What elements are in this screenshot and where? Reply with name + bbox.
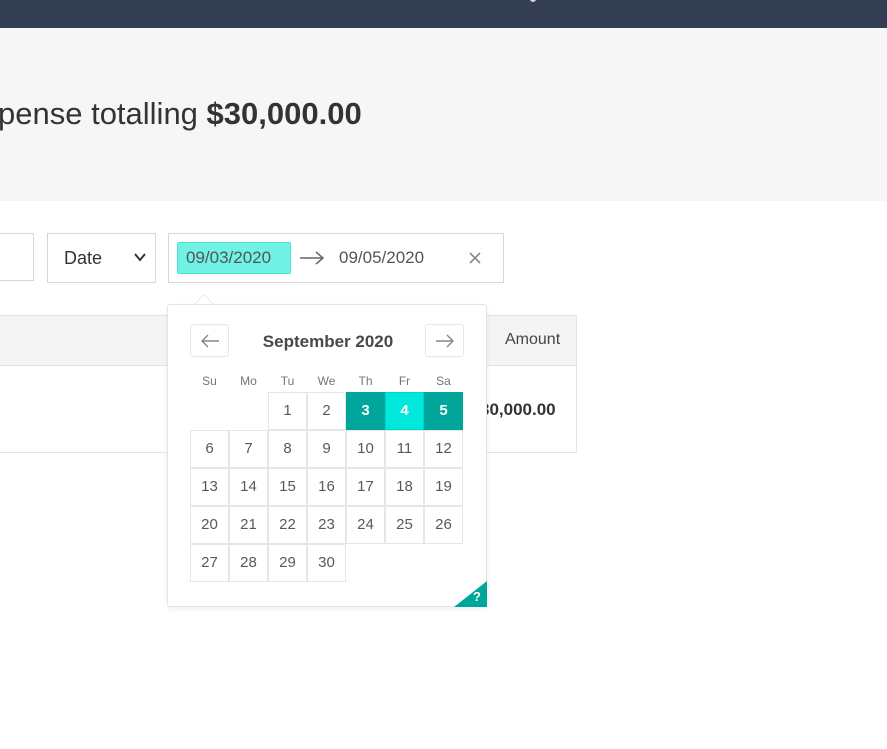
amount-cell: 30,000.00 xyxy=(480,400,556,419)
calendar-day[interactable]: 21 xyxy=(229,506,268,544)
weekday-label: Th xyxy=(358,374,373,388)
top-navbar xyxy=(0,0,887,28)
calendar-day[interactable]: 14 xyxy=(229,468,268,506)
calendar-day[interactable]: 10 xyxy=(346,430,385,468)
date-range-input[interactable]: 09/03/2020 09/05/2020 xyxy=(168,233,504,283)
calendar-day[interactable]: 18 xyxy=(385,468,424,506)
weekday-label: Fr xyxy=(398,374,411,388)
arrow-right-icon xyxy=(300,251,325,265)
calendar-day[interactable]: 20 xyxy=(190,506,229,544)
calendar-day[interactable]: 27 xyxy=(190,544,229,582)
summary-panel: pense totalling $30,000.00 xyxy=(0,28,887,201)
sort-select[interactable]: Date xyxy=(47,233,156,283)
calendar-day[interactable]: 19 xyxy=(424,468,463,506)
close-icon[interactable] xyxy=(468,251,482,265)
calendar-day[interactable]: 11 xyxy=(385,430,424,468)
calendar-day[interactable]: 24 xyxy=(346,506,385,544)
weekday-label: Tu xyxy=(280,374,295,388)
calendar-day[interactable]: 25 xyxy=(385,506,424,544)
calendar-day[interactable]: 2 xyxy=(307,392,346,430)
calendar-day[interactable]: 9 xyxy=(307,430,346,468)
calendar-day[interactable]: 3 xyxy=(346,392,385,430)
chevron-down-icon xyxy=(134,253,146,262)
navbar-indicator xyxy=(530,0,536,2)
calendar-day[interactable]: 7 xyxy=(229,430,268,468)
start-date-input[interactable]: 09/03/2020 xyxy=(177,242,291,274)
calendar-day[interactable]: 13 xyxy=(190,468,229,506)
column-header-amount[interactable]: Amount xyxy=(505,331,560,349)
arrow-right-icon xyxy=(436,334,454,348)
summary-prefix: pense totalling xyxy=(0,96,207,131)
end-date-input[interactable]: 09/05/2020 xyxy=(339,248,424,268)
calendar-day[interactable]: 6 xyxy=(190,430,229,468)
next-month-button[interactable] xyxy=(425,324,464,357)
calendar-day[interactable]: 17 xyxy=(346,468,385,506)
calendar-day[interactable]: 1 xyxy=(268,392,307,430)
calendar-day[interactable]: 12 xyxy=(424,430,463,468)
calendar-day[interactable]: 4 xyxy=(385,392,424,430)
weekday-label: Sa xyxy=(436,374,451,388)
calendar-day[interactable]: 22 xyxy=(268,506,307,544)
calendar-day[interactable]: 8 xyxy=(268,430,307,468)
calendar-day[interactable]: 23 xyxy=(307,506,346,544)
weekday-label: We xyxy=(317,374,336,388)
calendar-day[interactable]: 15 xyxy=(268,468,307,506)
summary-text: pense totalling $30,000.00 xyxy=(0,94,362,134)
picker-caret xyxy=(194,294,214,304)
calendar-day[interactable]: 28 xyxy=(229,544,268,582)
calendar-day[interactable]: 5 xyxy=(424,392,463,430)
calendar-day[interactable]: 30 xyxy=(307,544,346,582)
search-input[interactable] xyxy=(0,233,34,281)
weekday-label: Mo xyxy=(240,374,257,388)
summary-total: $30,000.00 xyxy=(206,96,362,131)
date-picker-popup: September 2020 Su Mo Tu We Th Fr Sa 1234567891… xyxy=(167,294,487,607)
calendar-day[interactable]: 16 xyxy=(307,468,346,506)
calendar-day[interactable]: 29 xyxy=(268,544,307,582)
keyboard-shortcuts-button[interactable] xyxy=(454,581,487,607)
help-icon[interactable]: ? xyxy=(473,589,481,604)
sort-select-value: Date xyxy=(64,248,103,268)
weekday-label: Su xyxy=(202,374,217,388)
calendar-day[interactable]: 26 xyxy=(424,506,463,544)
